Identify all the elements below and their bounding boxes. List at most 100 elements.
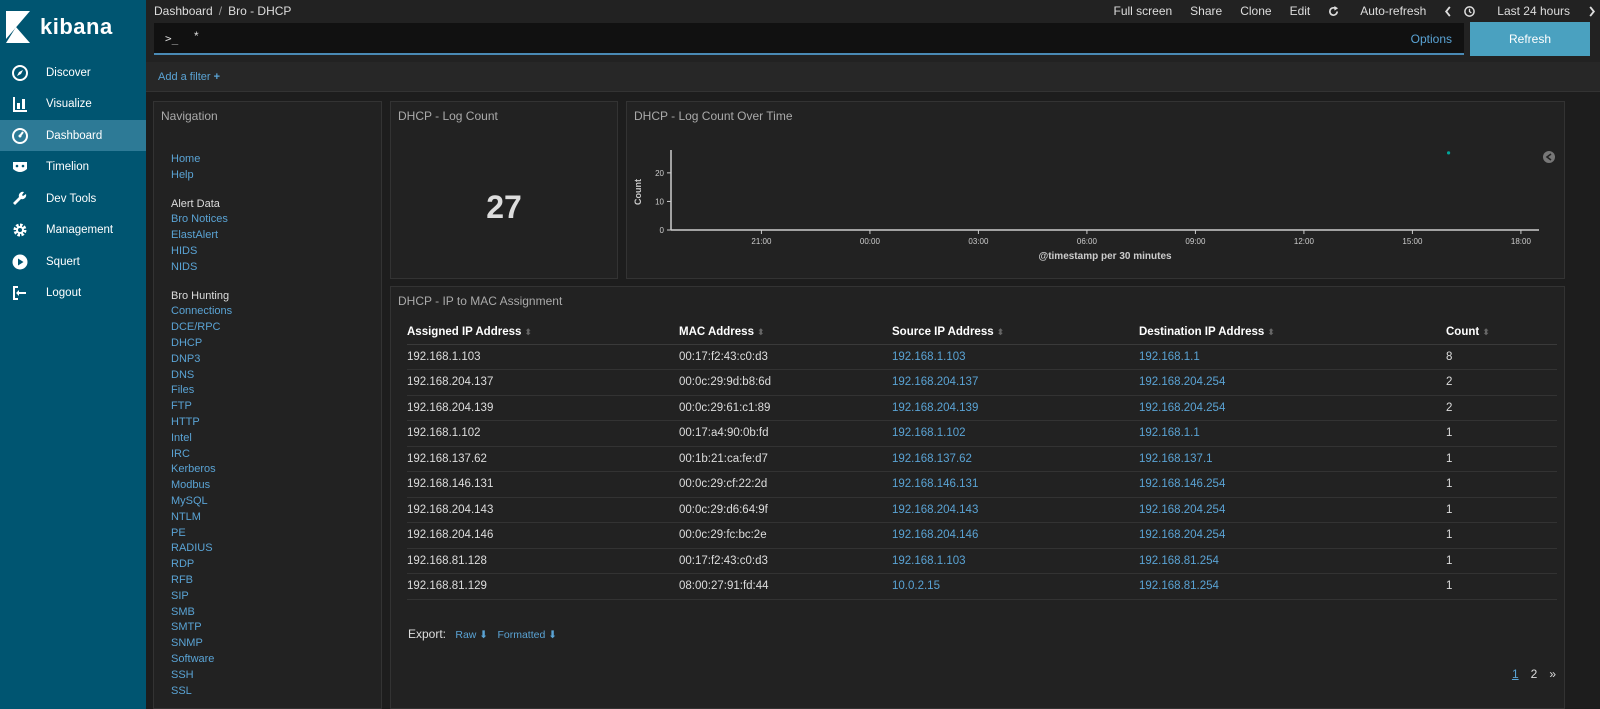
source-ip-cell[interactable]: 192.168.204.137 [892,369,1139,396]
column-header-label: Count [1446,325,1480,338]
column-header[interactable]: Count ⬍ [1446,320,1557,345]
column-header[interactable]: MAC Address ⬍ [679,320,892,345]
destination-ip-cell[interactable]: 192.168.81.254 [1139,573,1446,600]
destination-ip-cell[interactable]: 192.168.81.254 [1139,548,1446,574]
nav-link-dhcp[interactable]: DHCP [171,336,232,352]
destination-ip-cell[interactable]: 192.168.204.254 [1139,369,1446,396]
destination-ip-cell[interactable]: 192.168.146.254 [1139,471,1446,498]
nav-link-ntlm[interactable]: NTLM [171,510,232,526]
nav-link-rfb[interactable]: RFB [171,573,232,589]
nav-link-mysql[interactable]: MySQL [171,494,232,510]
nav-link-bro-notices[interactable]: Bro Notices [171,212,232,228]
y-tick-label: 20 [655,169,664,178]
source-ip-cell[interactable]: 192.168.204.143 [892,497,1139,523]
destination-ip-cell[interactable]: 192.168.1.1 [1139,420,1446,447]
y-tick-label: 10 [655,197,664,206]
destination-ip-cell[interactable]: 192.168.204.254 [1139,497,1446,523]
breadcrumb-root[interactable]: Dashboard [154,4,213,18]
nav-link-connections[interactable]: Connections [171,304,232,320]
clone-button[interactable]: Clone [1240,4,1271,18]
nav-link-kerberos[interactable]: Kerberos [171,462,232,478]
column-header[interactable]: Assigned IP Address ⬍ [407,320,679,345]
source-ip-cell[interactable]: 10.0.2.15 [892,573,1139,600]
sidebar: kibana Discover Visualize Dashboard Time… [0,0,146,709]
sidebar-item-squert[interactable]: Squert [0,246,146,277]
kibana-logo[interactable]: kibana [6,9,136,45]
source-ip-cell[interactable]: 192.168.1.103 [892,344,1139,370]
source-ip-cell[interactable]: 192.168.1.102 [892,420,1139,447]
sidebar-item-management[interactable]: Management [0,214,146,245]
column-header[interactable]: Source IP Address ⬍ [892,320,1139,345]
auto-refresh-button[interactable]: Auto-refresh [1328,4,1426,18]
destination-ip-cell[interactable]: 192.168.137.1 [1139,446,1446,472]
source-ip-cell[interactable]: 192.168.137.62 [892,446,1139,472]
clock-icon [1464,5,1476,17]
time-back-button[interactable] [1444,5,1452,17]
navigation-links: Home Help Alert Data Bro Notices ElastAl… [171,152,232,699]
time-range-picker[interactable]: Last 24 hours [1464,4,1570,18]
top-actions: Full screen Share Clone Edit Auto-refres… [1095,4,1596,18]
sidebar-item-visualize[interactable]: Visualize [0,88,146,119]
refresh-button[interactable]: Refresh [1470,22,1590,56]
add-filter-link[interactable]: Add a filter + [158,71,220,83]
nav-link-files[interactable]: Files [171,383,232,399]
page-link[interactable]: 1 [1512,667,1519,681]
nav-link-intel[interactable]: Intel [171,431,232,447]
nav-link-rdp[interactable]: RDP [171,557,232,573]
nav-link-dns[interactable]: DNS [171,368,232,384]
source-ip-cell[interactable]: 192.168.204.146 [892,522,1139,549]
nav-link-smtp[interactable]: SMTP [171,620,232,636]
nav-link-dce-rpc[interactable]: DCE/RPC [171,320,232,336]
logout-icon [11,284,28,301]
nav-link-software[interactable]: Software [171,652,232,668]
nav-link-snmp[interactable]: SNMP [171,636,232,652]
source-ip-cell[interactable]: 192.168.204.139 [892,395,1139,421]
share-button[interactable]: Share [1190,4,1222,18]
destination-ip-cell[interactable]: 192.168.1.1 [1139,344,1446,370]
nav-link-radius[interactable]: RADIUS [171,541,232,557]
edit-button[interactable]: Edit [1290,4,1311,18]
export-formatted-link[interactable]: Formatted ⬇ [497,629,557,641]
source-ip-cell[interactable]: 192.168.1.103 [892,548,1139,574]
next-page-link[interactable]: » [1549,667,1556,681]
time-forward-button[interactable] [1588,5,1596,17]
sidebar-item-dev-tools[interactable]: Dev Tools [0,183,146,214]
sidebar-item-discover[interactable]: Discover [0,57,146,88]
nav-link-irc[interactable]: IRC [171,447,232,463]
legend-toggle-icon[interactable] [1543,151,1555,163]
table-row: 192.168.204.137 00:0c:29:9d:b8:6d 192.168.… [407,369,1557,396]
nav-link-ssl[interactable]: SSL [171,684,232,700]
plus-icon: + [213,71,221,83]
column-header-label: Source IP Address [892,325,994,338]
auto-refresh-label: Auto-refresh [1360,4,1427,18]
nav-link-modbus[interactable]: Modbus [171,478,232,494]
sidebar-item-dashboard[interactable]: Dashboard [0,120,146,151]
nav-link-hids[interactable]: HIDS [171,244,232,260]
query-options-link[interactable]: Options [1411,32,1452,46]
destination-ip-cell[interactable]: 192.168.204.254 [1139,395,1446,421]
sidebar-item-timelion[interactable]: Timelion [0,151,146,182]
page-link[interactable]: 2 [1531,667,1538,681]
data-point [1446,151,1451,155]
nav-link-dnp3[interactable]: DNP3 [171,352,232,368]
nav-link-ftp[interactable]: FTP [171,399,232,415]
search-input[interactable] [194,29,1394,43]
sidebar-item-logout[interactable]: Logout [0,277,146,308]
nav-link-sip[interactable]: SIP [171,589,232,605]
nav-link-smb[interactable]: SMB [171,605,232,621]
assigned-ip-cell: 192.168.137.62 [407,446,679,472]
nav-link-ssh[interactable]: SSH [171,668,232,684]
nav-link-elastalert[interactable]: ElastAlert [171,228,232,244]
source-ip-cell[interactable]: 192.168.146.131 [892,471,1139,498]
table-row: 192.168.204.139 00:0c:29:61:c1:89 192.168.… [407,395,1557,421]
full-screen-button[interactable]: Full screen [1113,4,1172,18]
column-header[interactable]: Destination IP Address ⬍ [1139,320,1446,345]
nav-link-help[interactable]: Help [171,168,232,184]
nav-link-nids[interactable]: NIDS [171,260,232,276]
destination-ip-cell[interactable]: 192.168.204.254 [1139,522,1446,549]
export-raw-link[interactable]: Raw ⬇ [455,629,488,641]
navigation-panel: Navigation Home Help Alert Data Bro Noti… [153,101,382,709]
nav-link-home[interactable]: Home [171,152,232,168]
nav-link-pe[interactable]: PE [171,526,232,542]
nav-link-http[interactable]: HTTP [171,415,232,431]
